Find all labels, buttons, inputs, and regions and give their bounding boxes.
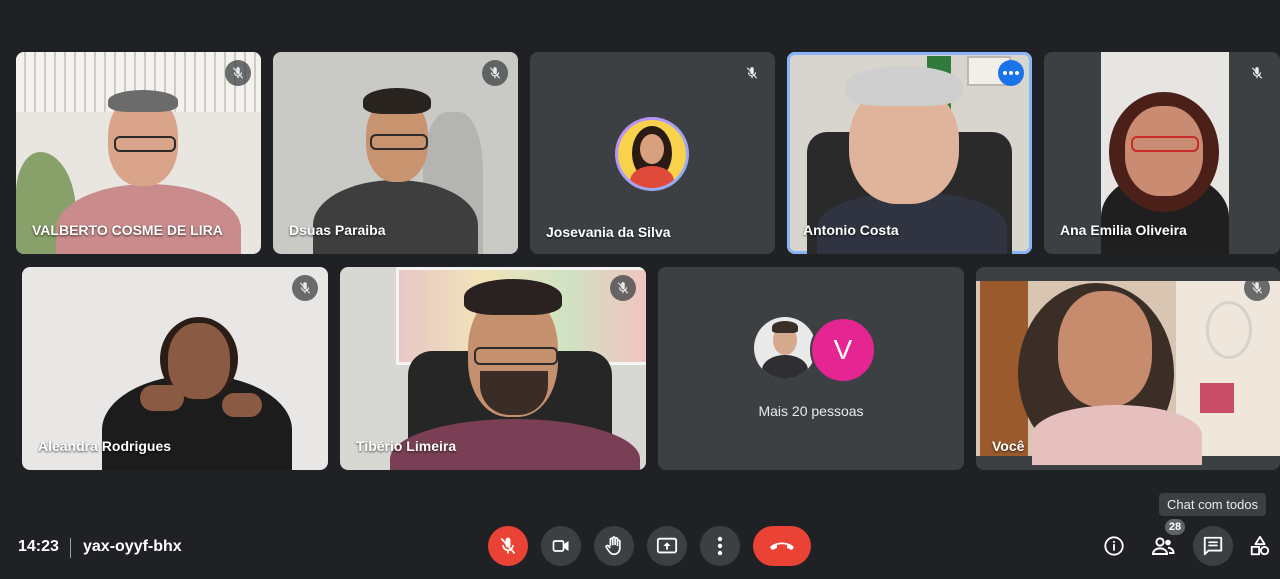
raise-hand-icon bbox=[605, 536, 621, 556]
meeting-time: 14:23 bbox=[18, 538, 59, 555]
end-call-icon bbox=[770, 542, 794, 550]
mic-off-icon bbox=[225, 60, 251, 86]
participant-name: Você bbox=[992, 438, 1025, 454]
self-tile[interactable]: Você bbox=[976, 267, 1280, 470]
activities-icon bbox=[1250, 535, 1270, 556]
participant-name: Aleandra Rodrigues bbox=[38, 438, 172, 454]
participant-name: Dsuas Paraiba bbox=[289, 222, 386, 238]
mic-off-icon bbox=[1244, 60, 1270, 86]
chat-icon bbox=[1203, 536, 1223, 556]
participant-name: VALBERTO COSME DE LIRA bbox=[32, 222, 223, 238]
camera-icon bbox=[552, 540, 569, 552]
participant-tile[interactable]: Aleandra Rodrigues bbox=[22, 267, 328, 470]
divider bbox=[70, 538, 71, 558]
chat-button[interactable] bbox=[1193, 526, 1233, 566]
mic-off-icon bbox=[482, 60, 508, 86]
avatar: V bbox=[810, 317, 876, 383]
camera-toggle-button[interactable] bbox=[541, 526, 581, 566]
participant-tile[interactable]: Dsuas Paraiba bbox=[273, 52, 518, 254]
participant-name: Tibério Limeira bbox=[356, 438, 457, 454]
raise-hand-button[interactable] bbox=[594, 526, 634, 566]
more-horiz-icon[interactable] bbox=[998, 60, 1024, 86]
mic-off-icon bbox=[500, 537, 516, 555]
more-participants-label: Mais 20 pessoas bbox=[758, 403, 864, 419]
participant-tile[interactable]: Ana Emilia Oliveira bbox=[1044, 52, 1280, 254]
participant-name: Ana Emilia Oliveira bbox=[1060, 222, 1187, 238]
participant-tile[interactable]: Tibério Limeira bbox=[340, 267, 646, 470]
participant-tile[interactable]: VALBERTO COSME DE LIRA bbox=[16, 52, 261, 254]
participant-name: Josevania da Silva bbox=[546, 224, 671, 240]
more-participants-tile[interactable]: V Mais 20 pessoas bbox=[658, 267, 964, 470]
info-icon bbox=[1104, 536, 1124, 556]
mic-off-icon bbox=[292, 275, 318, 301]
mic-off-icon bbox=[739, 60, 765, 86]
mic-off-icon bbox=[1244, 275, 1270, 301]
people-icon bbox=[1151, 537, 1175, 555]
more-vert-icon bbox=[717, 536, 723, 556]
mic-toggle-button[interactable] bbox=[488, 526, 528, 566]
avatar-letter: V bbox=[833, 334, 853, 365]
avatar bbox=[615, 117, 689, 191]
meeting-code: yax-oyyf-bhx bbox=[83, 538, 182, 555]
mic-off-icon bbox=[610, 275, 636, 301]
present-button[interactable] bbox=[647, 526, 687, 566]
bottom-bar bbox=[0, 511, 1280, 579]
participant-tile[interactable]: Antonio Costa bbox=[787, 52, 1032, 254]
participant-tile[interactable]: Josevania da Silva bbox=[530, 52, 775, 254]
meeting-details-button[interactable] bbox=[1094, 526, 1134, 566]
activities-button[interactable] bbox=[1242, 526, 1278, 566]
present-icon bbox=[656, 537, 678, 554]
participant-video bbox=[976, 281, 1280, 465]
chat-tooltip: Chat com todos bbox=[1159, 493, 1267, 516]
participants-count-badge: 28 bbox=[1165, 519, 1185, 535]
more-options-button[interactable] bbox=[700, 526, 740, 566]
avatar bbox=[754, 317, 816, 379]
participant-name: Antonio Costa bbox=[803, 222, 899, 238]
leave-call-button[interactable] bbox=[753, 526, 811, 566]
